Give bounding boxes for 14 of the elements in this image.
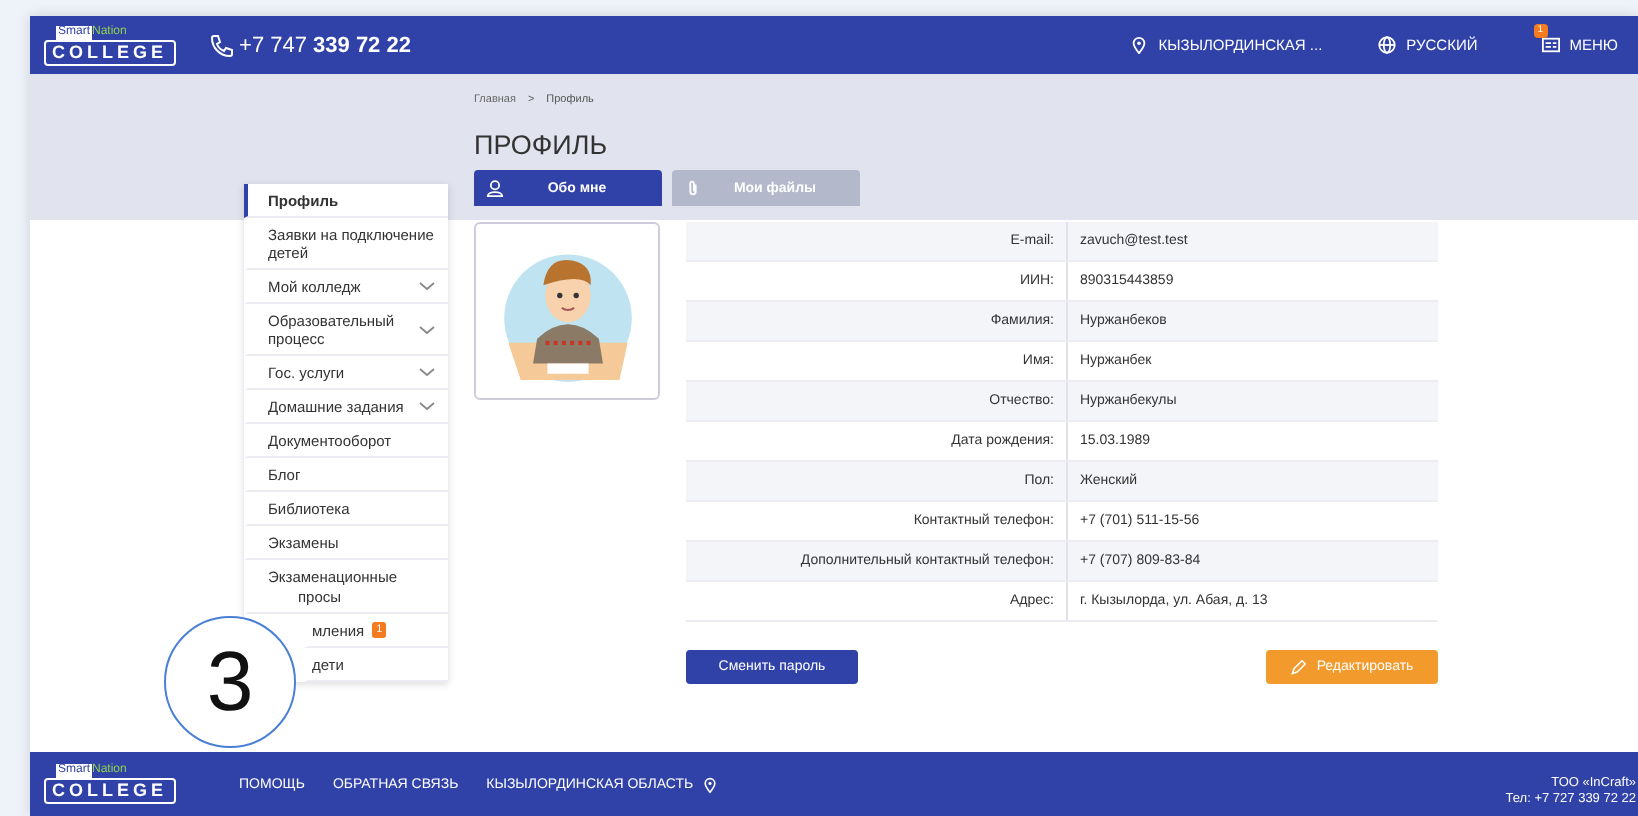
- pencil-icon: [1290, 659, 1307, 675]
- paperclip-icon: [684, 178, 702, 198]
- globe-icon: [1378, 36, 1397, 54]
- chevron-down-icon: [418, 323, 436, 335]
- chevron-down-icon: [418, 366, 436, 378]
- location-pin-icon: [1130, 36, 1149, 54]
- phone-icon: [209, 33, 234, 57]
- phone-number[interactable]: +7 747 339 72 22: [209, 33, 411, 57]
- menu-icon: [1541, 36, 1560, 54]
- chevron-down-icon: [418, 280, 436, 292]
- person-icon: [486, 178, 504, 198]
- location-pin-icon: [701, 775, 718, 793]
- chevron-down-icon: [418, 400, 436, 412]
- page-title: ПРОФИЛЬ: [474, 130, 610, 164]
